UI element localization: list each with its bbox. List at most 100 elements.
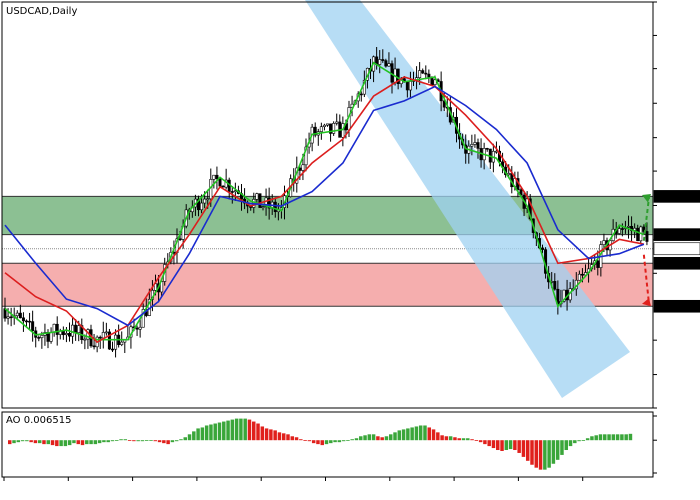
ao-bar (115, 440, 119, 442)
candle-body (273, 201, 277, 213)
ao-bar (144, 440, 149, 442)
ao-bar (97, 440, 102, 444)
candle-body (6, 316, 10, 319)
ao-bar (256, 423, 260, 441)
ao-bar (418, 425, 423, 441)
ao-bar (406, 428, 410, 441)
candle-body (408, 81, 412, 91)
candle-body (203, 198, 207, 204)
ao-bar (607, 434, 611, 441)
candle-body (138, 326, 142, 330)
candle-body (68, 333, 72, 337)
ao-bar (140, 440, 145, 442)
ao-bar (230, 419, 235, 441)
candle-body (540, 247, 544, 250)
ao-bar (598, 434, 603, 441)
candle-body (596, 260, 600, 268)
ao-bar (461, 438, 466, 441)
ao-bar (80, 440, 85, 446)
ao-bar (397, 430, 402, 441)
ao-bar (179, 439, 183, 441)
candle-body (335, 121, 339, 124)
ao-bar (350, 439, 354, 441)
candle-body (71, 324, 75, 337)
candle-body (218, 178, 222, 187)
candle-body (206, 198, 210, 201)
candle-body (476, 142, 480, 149)
candle-body (200, 202, 204, 211)
ao-bar (132, 440, 136, 442)
ao-bar (299, 439, 303, 441)
candle-body (387, 63, 391, 67)
ao-bar (380, 437, 384, 441)
ao-bar (363, 435, 367, 441)
ao-bar (457, 438, 461, 441)
candle-body (427, 73, 431, 78)
ao-bar (615, 434, 620, 441)
candle-body (580, 273, 584, 276)
ao-bar (530, 440, 534, 465)
ao-bar (307, 440, 312, 442)
ao-bar (590, 436, 594, 441)
ao-bar (388, 434, 393, 441)
ao-bar (277, 432, 282, 441)
ao-bar (269, 429, 273, 441)
candle-body (258, 193, 262, 208)
ao-bar (136, 440, 140, 442)
candle-body (221, 185, 225, 188)
ao-bar (538, 440, 543, 470)
ao-bar (89, 440, 93, 445)
ao-bar (568, 440, 573, 447)
candle-body (341, 123, 345, 138)
ao-bar (46, 440, 51, 445)
ao-bar (346, 440, 350, 442)
candle-body (37, 337, 41, 339)
ao-bar (119, 439, 123, 441)
ao-bar (329, 440, 333, 444)
ao-bar (564, 440, 568, 451)
ao-bar (260, 426, 265, 441)
ao-bar (204, 425, 209, 441)
candle-body (322, 124, 326, 128)
ao-bar (55, 440, 59, 447)
candle-body (577, 273, 581, 281)
candle-body (28, 320, 32, 323)
ao-bar (504, 440, 509, 451)
ao-bar (341, 440, 346, 442)
chart-title: USDCAD,Daily (6, 6, 77, 17)
ao-bar (174, 440, 179, 442)
ao-bar (162, 440, 166, 444)
ao-bar (534, 440, 539, 468)
candle-body (9, 316, 13, 319)
ao-bar (337, 440, 342, 443)
ao-bar (247, 419, 252, 441)
ao-bar (414, 426, 419, 441)
chart-background (0, 0, 700, 500)
candle-body (24, 320, 28, 323)
ao-bar (63, 440, 68, 447)
ao-bar (264, 428, 269, 441)
candle-body (104, 331, 108, 334)
ao-bar (359, 436, 363, 441)
ao-bar (585, 438, 590, 441)
ao-bar (76, 440, 80, 445)
candle-body (261, 206, 265, 208)
ao-bar (521, 440, 526, 457)
candle-body (101, 332, 105, 339)
candle-body (626, 225, 630, 228)
ao-bar (153, 440, 158, 442)
ao-bar (234, 418, 239, 441)
ao-bar (453, 437, 457, 441)
candle-body (21, 317, 25, 322)
ao-bar (401, 429, 406, 441)
ao-bar (213, 423, 217, 441)
ao-bar (29, 440, 33, 443)
ao-bar (149, 440, 153, 442)
ao-bar (551, 440, 556, 464)
candle-body (470, 144, 474, 147)
ao-bar (517, 440, 521, 453)
ao-bar (611, 434, 616, 441)
ao-bar (37, 440, 42, 444)
candle-body (301, 164, 305, 171)
candle-body (617, 228, 621, 234)
